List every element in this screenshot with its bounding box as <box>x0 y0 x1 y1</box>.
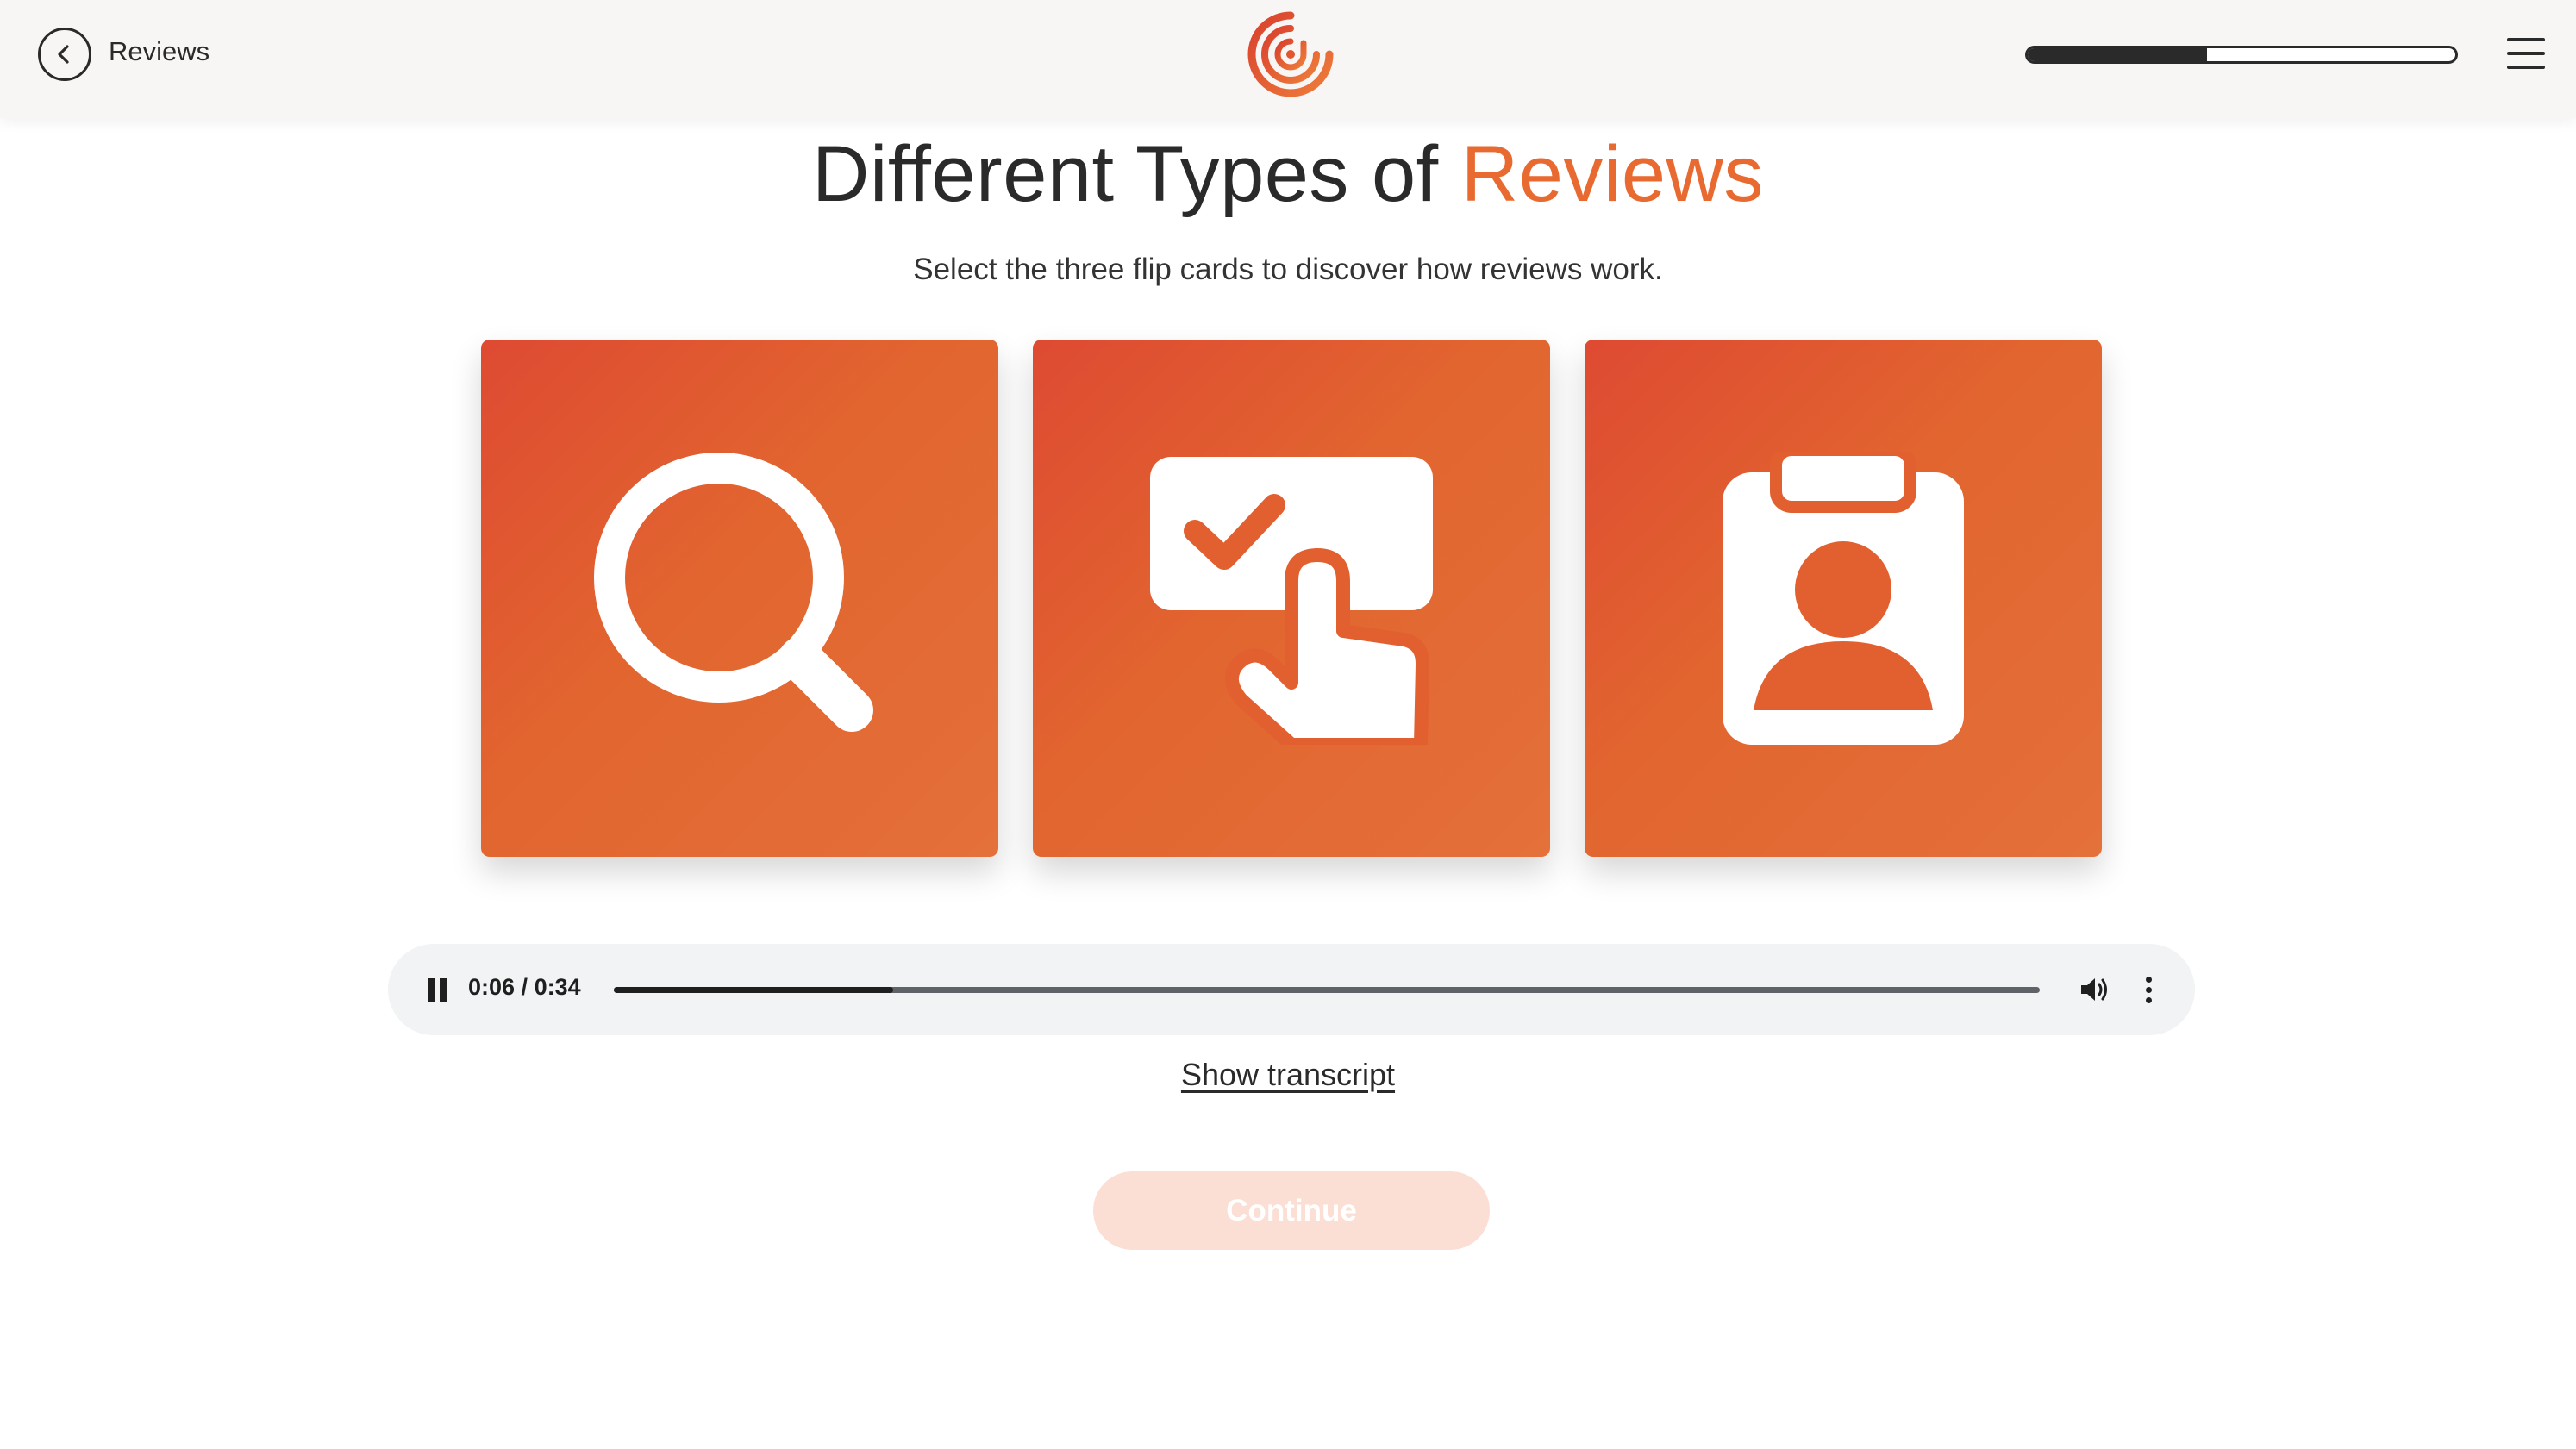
audio-seek-played <box>614 987 894 993</box>
course-progress-bar <box>2025 46 2458 64</box>
menu-button[interactable] <box>2507 36 2545 71</box>
back-button[interactable] <box>38 28 91 81</box>
pause-button[interactable] <box>426 978 448 1002</box>
volume-icon <box>2081 978 2107 1001</box>
transcript-row: Show transcript <box>0 1057 2576 1093</box>
audio-time: 0:06 / 0:34 <box>468 974 581 1001</box>
volume-button[interactable] <box>2079 975 2110 1004</box>
hamburger-menu-icon <box>2507 38 2545 41</box>
swirl-logo-icon <box>1247 11 1334 97</box>
flip-card-1[interactable] <box>481 340 998 857</box>
pause-icon <box>428 978 435 1002</box>
time-separator: / <box>515 974 535 1000</box>
top-bar: Reviews <box>0 0 2576 118</box>
back-label[interactable]: Reviews <box>109 36 209 67</box>
more-options-button[interactable] <box>2143 975 2154 1004</box>
clipboard-person-icon <box>1723 452 1964 745</box>
instructions-text: Select the three flip cards to discover … <box>913 253 1663 286</box>
more-vertical-icon <box>2146 977 2152 983</box>
course-progress-fill <box>2028 48 2208 61</box>
flip-card-2[interactable] <box>1033 340 1550 857</box>
show-transcript-link[interactable]: Show transcript <box>1181 1057 1395 1092</box>
chevron-left-icon <box>58 45 69 64</box>
magnifying-glass-icon <box>594 453 873 732</box>
flip-card-3[interactable] <box>1585 340 2102 857</box>
current-time: 0:06 <box>468 974 516 1000</box>
page-title: Different Types of Reviews <box>0 129 2576 220</box>
title-prefix: Different Types of <box>812 130 1461 218</box>
duration: 0:34 <box>534 974 581 1000</box>
audio-seek-bar[interactable] <box>614 987 2040 993</box>
title-accent: Reviews <box>1460 130 1764 218</box>
audio-player: 0:06 / 0:34 <box>388 944 2195 1035</box>
continue-button[interactable]: Continue <box>1093 1171 1490 1250</box>
checkbox-tap-icon <box>1150 457 1433 745</box>
